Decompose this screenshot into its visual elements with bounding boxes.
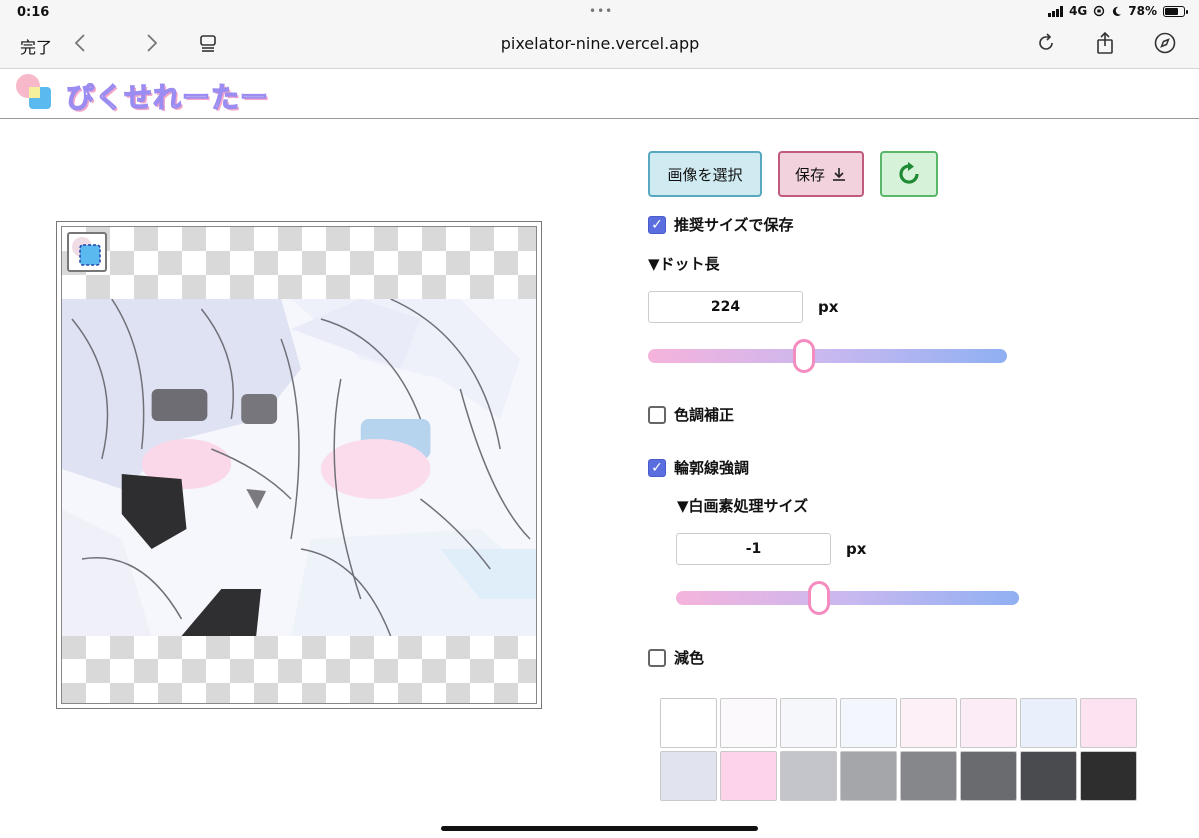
palette-swatch[interactable]	[1080, 751, 1137, 801]
chevron-right-icon[interactable]	[140, 32, 162, 54]
palette-swatch[interactable]	[900, 751, 957, 801]
reduce-colors-label: 減色	[674, 649, 705, 667]
refresh-icon	[899, 162, 919, 184]
edge-enhance-label: 輪郭線強調	[674, 459, 750, 477]
battery-icon	[1163, 5, 1188, 17]
status-right: 4G 78%	[1048, 4, 1188, 18]
recommended-size-option[interactable]: ✓ 推奨サイズで保存	[648, 214, 794, 235]
signal-icon	[1048, 5, 1064, 17]
color-palette	[660, 698, 1140, 801]
edge-enhance-option[interactable]: ✓ 輪郭線強調	[648, 457, 749, 478]
palette-swatch[interactable]	[720, 698, 777, 748]
dot-length-input[interactable]: 224	[648, 291, 803, 323]
battery-percent: 78%	[1128, 4, 1157, 18]
logo-icon	[16, 74, 51, 109]
dot-length-unit: px	[818, 298, 839, 316]
palette-swatch[interactable]	[1020, 698, 1077, 748]
app-title: ぴくせれーたー	[65, 80, 270, 114]
home-indicator[interactable]	[441, 826, 758, 831]
checkerboard-canvas	[61, 226, 537, 704]
palette-swatch[interactable]	[660, 751, 717, 801]
palette-swatch[interactable]	[1080, 698, 1137, 748]
tabs-icon[interactable]	[197, 32, 219, 54]
white-pixel-size-slider-thumb[interactable]	[808, 581, 830, 615]
dot-length-slider-thumb[interactable]	[793, 339, 815, 373]
orientation-lock-icon	[1094, 5, 1105, 17]
recommended-size-checkbox[interactable]: ✓	[648, 215, 666, 234]
palette-swatch[interactable]	[1020, 751, 1077, 801]
color-correction-label: 色調補正	[674, 406, 735, 424]
moon-icon	[1113, 6, 1122, 16]
palette-swatch[interactable]	[840, 698, 897, 748]
white-pixel-size-slider[interactable]	[676, 581, 1019, 615]
palette-swatch[interactable]	[840, 751, 897, 801]
image-preview	[56, 221, 542, 709]
app-header: ぴくせれーたー	[0, 69, 1199, 119]
color-correction-checkbox[interactable]	[648, 405, 666, 424]
compass-icon[interactable]	[1154, 32, 1176, 54]
palette-swatch[interactable]	[780, 751, 837, 801]
address-bar[interactable]: pixelator-nine.vercel.app	[400, 34, 800, 53]
done-button[interactable]: 完了	[20, 34, 52, 58]
save-label: 保存	[794, 165, 825, 184]
palette-swatch[interactable]	[720, 751, 777, 801]
edge-enhance-checkbox[interactable]: ✓	[648, 458, 666, 477]
chevron-left-icon[interactable]	[70, 32, 92, 54]
status-time: 0:16	[17, 5, 50, 20]
color-correction-option[interactable]: 色調補正	[648, 404, 734, 425]
download-icon	[833, 168, 845, 181]
reduce-colors-checkbox[interactable]	[648, 648, 666, 667]
preview-logo-icon	[67, 232, 107, 272]
select-image-label: 画像を選択	[667, 165, 743, 184]
multitask-dots-icon[interactable]: •••	[589, 4, 613, 18]
white-pixel-size-unit: px	[846, 540, 867, 558]
reload-icon[interactable]	[1035, 32, 1057, 54]
network-label: 4G	[1069, 4, 1088, 18]
pixelated-artwork	[62, 299, 536, 636]
select-image-button[interactable]: 画像を選択	[648, 151, 762, 197]
white-pixel-size-input[interactable]: -1	[676, 533, 831, 565]
share-icon[interactable]	[1094, 32, 1116, 54]
reset-button[interactable]	[880, 151, 938, 197]
palette-swatch[interactable]	[960, 751, 1017, 801]
white-pixel-size-heading[interactable]: ▼白画素処理サイズ	[677, 495, 808, 516]
save-button[interactable]: 保存	[778, 151, 864, 197]
reduce-colors-option[interactable]: 減色	[648, 647, 704, 668]
dot-length-slider[interactable]	[648, 339, 1007, 373]
browser-toolbar: 完了 pixelator-nine.vercel.app	[0, 24, 1199, 69]
recommended-size-label: 推奨サイズで保存	[674, 216, 794, 234]
dot-length-heading[interactable]: ▼ドット長	[648, 253, 720, 274]
palette-swatch[interactable]	[960, 698, 1017, 748]
palette-swatch[interactable]	[780, 698, 837, 748]
palette-swatch[interactable]	[900, 698, 957, 748]
palette-swatch[interactable]	[660, 698, 717, 748]
status-bar: 0:16 ••• 4G 78%	[0, 0, 1199, 24]
battery-level	[1165, 7, 1179, 15]
